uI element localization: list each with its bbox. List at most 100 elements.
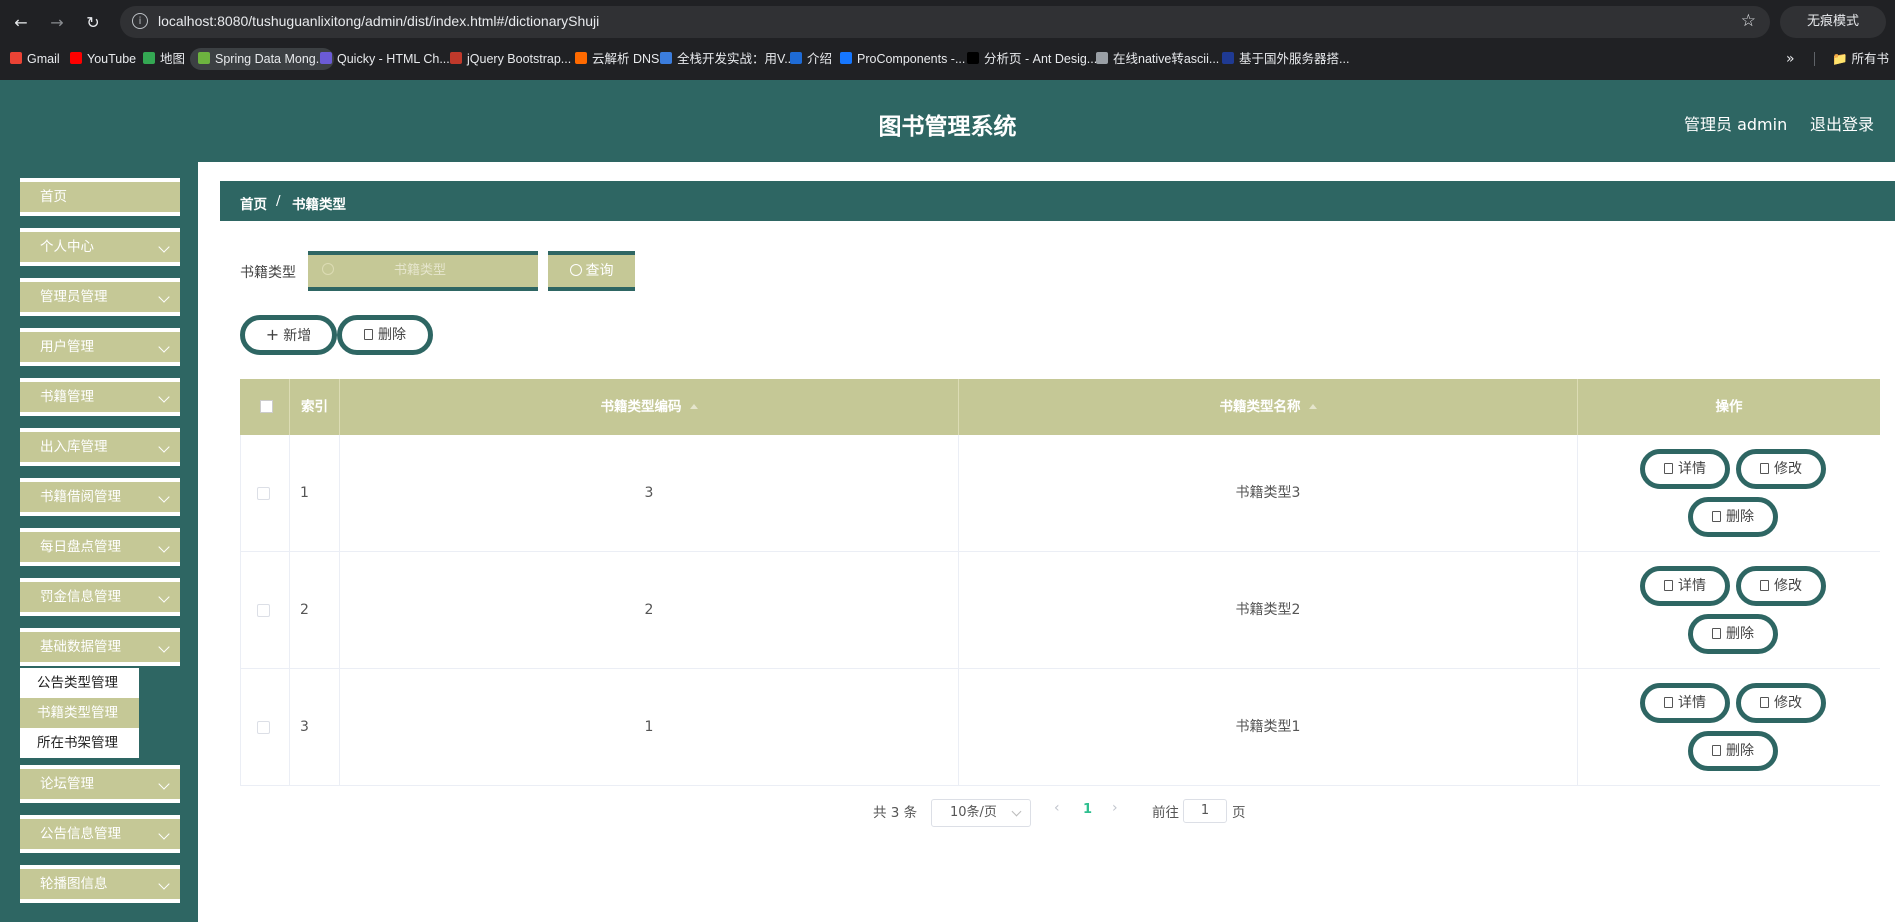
- bookmark-item[interactable]: 介绍: [790, 48, 832, 70]
- sidebar-menu-item[interactable]: 论坛管理: [20, 765, 180, 803]
- sidebar-menu-item[interactable]: 书籍管理: [20, 378, 180, 416]
- incognito-badge[interactable]: 无痕模式: [1780, 6, 1886, 38]
- trash-icon: [364, 329, 373, 340]
- pagination-total: 共 3 条: [873, 805, 918, 821]
- col-code-header[interactable]: 书籍类型编码: [340, 379, 959, 435]
- chevron-down-icon: [158, 441, 170, 453]
- add-button[interactable]: + 新增: [240, 315, 337, 355]
- add-button-label: 新增: [283, 328, 312, 344]
- delete-button-label: 删除: [1726, 626, 1754, 642]
- sidebar-item-home[interactable]: 首页: [20, 178, 180, 216]
- address-url: localhost:8080/tushuguanlixitong/admin/d…: [158, 13, 600, 29]
- incognito-label: 无痕模式: [1806, 14, 1859, 29]
- page-size-select[interactable]: 10条/页: [931, 799, 1031, 827]
- sidebar-item-label: 基础数据管理: [40, 639, 121, 655]
- sidebar-menu-item[interactable]: 书籍借阅管理: [20, 478, 180, 516]
- sidebar-item-label: 个人中心: [40, 239, 94, 255]
- reload-icon[interactable]: ↻: [82, 12, 104, 34]
- row-checkbox[interactable]: [257, 604, 270, 617]
- select-all-checkbox[interactable]: [260, 400, 273, 413]
- prev-page-icon[interactable]: ‹: [1054, 800, 1060, 816]
- bookmarks-folder[interactable]: 📁 所有书: [1832, 48, 1889, 70]
- query-button[interactable]: 查询: [548, 251, 635, 291]
- sidebar-submenu-item[interactable]: 书籍类型管理: [20, 698, 139, 728]
- sort-icon[interactable]: [689, 404, 698, 409]
- sidebar-menu-item[interactable]: 出入库管理: [20, 428, 180, 466]
- sidebar-menu-item[interactable]: 每日盘点管理: [20, 528, 180, 566]
- bookmark-favicon-icon: [320, 52, 332, 64]
- bookmark-item[interactable]: YouTube: [70, 48, 136, 70]
- bookmark-item[interactable]: ProComponents -...: [840, 48, 965, 70]
- batch-delete-button[interactable]: 删除: [337, 315, 433, 355]
- bookmark-item[interactable]: 基于国外服务器搭...: [1222, 48, 1349, 70]
- bookmark-item[interactable]: 地图: [143, 48, 185, 70]
- sidebar-menu-item[interactable]: 用户管理: [20, 328, 180, 366]
- plus-icon: +: [265, 325, 280, 344]
- sidebar-submenu-item[interactable]: 所在书架管理: [20, 728, 139, 758]
- sidebar-submenu-item[interactable]: 公告类型管理: [20, 668, 139, 698]
- row-index: 2: [290, 552, 340, 668]
- sidebar-menu-item[interactable]: 基础数据管理: [20, 628, 180, 666]
- bookmark-star-icon[interactable]: ☆: [1741, 11, 1756, 31]
- pencil-icon: [1760, 463, 1769, 474]
- breadcrumb: 首页 / 书籍类型: [220, 181, 1895, 221]
- goto-page-input[interactable]: 1: [1183, 799, 1227, 823]
- sidebar-menu-item[interactable]: 罚金信息管理: [20, 578, 180, 616]
- chevron-down-icon: [158, 291, 170, 303]
- row-name: 书籍类型3: [959, 435, 1578, 551]
- detail-button-label: 详情: [1678, 461, 1706, 477]
- sort-icon[interactable]: [1308, 404, 1317, 409]
- table-row: 1 3 书籍类型3 详情 修改 删除: [240, 435, 1880, 552]
- address-bar[interactable]: i localhost:8080/tushuguanlixitong/admin…: [120, 6, 1770, 38]
- detail-button[interactable]: 详情: [1640, 566, 1730, 606]
- bookmark-item[interactable]: Quicky - HTML Ch...: [320, 48, 450, 70]
- next-page-icon[interactable]: ›: [1112, 800, 1118, 816]
- delete-button[interactable]: 删除: [1688, 614, 1778, 654]
- table-row: 3 1 书籍类型1 详情 修改 删除: [240, 669, 1880, 786]
- edit-button[interactable]: 修改: [1736, 449, 1826, 489]
- col-name-header[interactable]: 书籍类型名称: [959, 379, 1578, 435]
- row-code: 3: [340, 435, 959, 551]
- sidebar-menu-item[interactable]: 轮播图信息: [20, 865, 180, 903]
- sidebar-menu-item[interactable]: 管理员管理: [20, 278, 180, 316]
- row-checkbox[interactable]: [257, 721, 270, 734]
- col-name-label: 书籍类型名称: [1219, 399, 1301, 415]
- app-header: 图书管理系统 管理员 admin 退出登录: [0, 80, 1895, 162]
- sidebar-menu-item[interactable]: 公告信息管理: [20, 815, 180, 853]
- bookmark-item[interactable]: jQuery Bootstrap...: [450, 48, 571, 70]
- trash-icon: [1712, 511, 1721, 522]
- breadcrumb-home[interactable]: 首页: [240, 193, 267, 213]
- edit-button-label: 修改: [1774, 578, 1802, 594]
- page-number[interactable]: 1: [1083, 802, 1092, 817]
- bookmark-item[interactable]: 分析页 - Ant Desig...: [967, 48, 1097, 70]
- edit-button[interactable]: 修改: [1736, 566, 1826, 606]
- row-checkbox[interactable]: [257, 487, 270, 500]
- back-icon[interactable]: ←: [10, 12, 32, 34]
- sidebar: 首页 个人中心管理员管理用户管理书籍管理出入库管理书籍借阅管理 每日盘点管理 罚金信…: [0, 162, 198, 922]
- bookmark-item[interactable]: 全栈开发实战：用V...: [660, 48, 795, 70]
- detail-button[interactable]: 详情: [1640, 683, 1730, 723]
- pencil-icon: [1760, 697, 1769, 708]
- row-code: 2: [340, 552, 959, 668]
- edit-button[interactable]: 修改: [1736, 683, 1826, 723]
- bookmarks-separator: [1814, 52, 1815, 66]
- sidebar-menu-item[interactable]: 个人中心: [20, 228, 180, 266]
- bookmark-item[interactable]: 在线native转ascii...: [1096, 48, 1219, 70]
- bookmarks-more-icon[interactable]: »: [1786, 48, 1795, 70]
- row-name: 书籍类型2: [959, 552, 1578, 668]
- row-actions: 详情 修改删除: [1578, 552, 1880, 668]
- delete-button[interactable]: 删除: [1688, 731, 1778, 771]
- forward-icon[interactable]: →: [46, 12, 68, 34]
- goto-label: 前往: [1152, 805, 1179, 821]
- delete-button[interactable]: 删除: [1688, 497, 1778, 537]
- bookmark-item[interactable]: Gmail: [10, 48, 60, 70]
- bookmark-item[interactable]: Spring Data Mong...: [190, 48, 335, 70]
- bookmark-label: 地图: [160, 52, 186, 66]
- detail-button[interactable]: 详情: [1640, 449, 1730, 489]
- logout-link[interactable]: 退出登录: [1810, 111, 1874, 135]
- bookmark-item[interactable]: 云解析 DNS: [575, 48, 659, 70]
- search-input[interactable]: 书籍类型: [308, 251, 538, 291]
- sidebar-item-label: 论坛管理: [40, 776, 94, 792]
- site-info-icon[interactable]: i: [132, 13, 148, 29]
- page-size-value: 10条/页: [950, 805, 997, 820]
